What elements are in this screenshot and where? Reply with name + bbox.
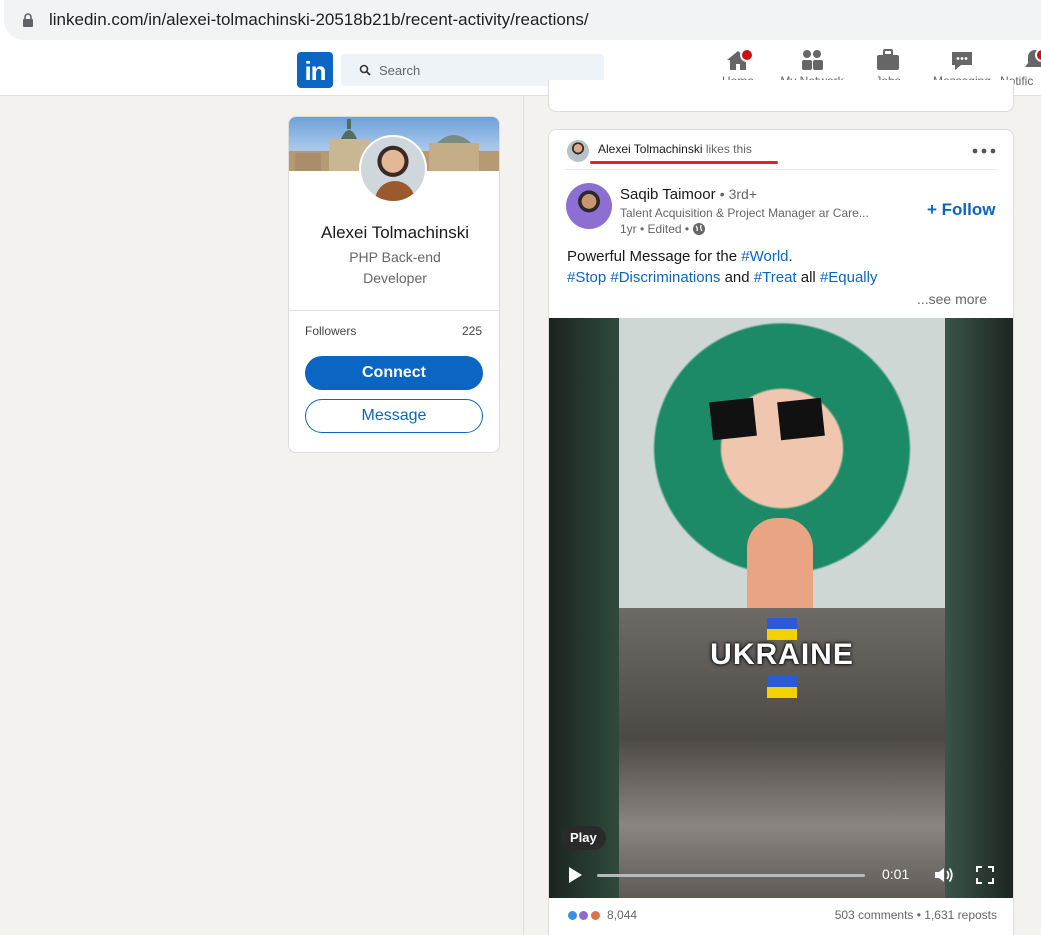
browser-address-bar: linkedin.com/in/alexei-tolmachinski-2051… xyxy=(0,0,1041,42)
video-player[interactable]: UKRAINE Play 0:01 xyxy=(549,318,1013,898)
more-options-icon[interactable] xyxy=(969,140,999,162)
feed-column-border xyxy=(523,96,524,935)
network-icon xyxy=(802,50,823,70)
eye-tape xyxy=(777,397,825,441)
divider xyxy=(289,310,499,311)
lock-icon xyxy=(23,13,33,27)
search-icon xyxy=(359,64,371,76)
post-text: . xyxy=(788,248,793,265)
video-overlay-text: UKRAINE xyxy=(710,638,854,671)
like-reaction-icon xyxy=(567,910,578,921)
eye-tape xyxy=(709,397,757,441)
see-more-link[interactable]: ...see more xyxy=(917,291,987,307)
ukraine-flag xyxy=(767,618,797,640)
profile-avatar[interactable] xyxy=(359,135,427,203)
hashtag-link[interactable]: #Equally xyxy=(820,269,878,286)
hashtag-link[interactable]: #Treat xyxy=(754,269,797,286)
feed-post: Alexei Tolmachinski likes this Saqib Tai… xyxy=(548,129,1014,935)
url-text[interactable]: linkedin.com/in/alexei-tolmachinski-2051… xyxy=(49,10,589,30)
connection-degree: • 3rd+ xyxy=(719,186,757,202)
notification-dot xyxy=(740,48,754,62)
hashtag-link[interactable]: #World xyxy=(741,248,788,265)
author-name-line: Saqib Taimoor • 3rd+ xyxy=(620,186,757,203)
post-text-line-2: #Stop #Discriminations and #Treat all #E… xyxy=(567,269,877,286)
divider xyxy=(565,169,997,170)
video-time: 0:01 xyxy=(882,866,910,882)
profile-card: Alexei Tolmachinski PHP Back-end Develop… xyxy=(288,116,500,453)
hashtag-link[interactable]: #Stop xyxy=(567,269,606,286)
post-text-line-1: Powerful Message for the #World. xyxy=(567,248,793,265)
messaging-icon xyxy=(952,52,972,70)
activity-actor-avatar[interactable] xyxy=(567,140,589,162)
post-text: all xyxy=(796,269,820,286)
activity-header: Alexei Tolmachinski likes this xyxy=(598,142,752,156)
previous-post-card xyxy=(548,80,1014,112)
post-text: Powerful Message for the xyxy=(567,248,742,265)
red-underline-annotation xyxy=(590,161,778,164)
stats-separator: • xyxy=(913,908,925,922)
activity-actor-name[interactable]: Alexei Tolmachinski xyxy=(598,142,703,156)
fullscreen-icon[interactable] xyxy=(975,865,995,885)
volume-icon[interactable] xyxy=(933,865,955,885)
post-meta: 1yr • Edited • xyxy=(620,222,706,236)
linkedin-logo[interactable]: in xyxy=(297,52,333,88)
search-input[interactable] xyxy=(379,60,589,80)
globe-icon xyxy=(693,223,706,235)
support-reaction-icon xyxy=(578,910,590,921)
comments-count[interactable]: 503 comments xyxy=(835,908,914,922)
video-seek-bar[interactable] xyxy=(597,874,865,877)
address-pill[interactable]: linkedin.com/in/alexei-tolmachinski-2051… xyxy=(4,0,1041,40)
briefcase-icon xyxy=(877,49,899,70)
activity-verb: likes this xyxy=(705,142,752,156)
video-blur-left xyxy=(549,318,619,898)
author-avatar[interactable] xyxy=(566,183,612,229)
praying-hands xyxy=(747,518,813,608)
video-frame-face xyxy=(619,318,945,608)
author-title: Talent Acquisition & Project Manager ar … xyxy=(620,206,869,220)
author-name[interactable]: Saqib Taimoor xyxy=(620,186,716,203)
hashtag-link[interactable]: #Discriminations xyxy=(610,269,720,286)
profile-headline: PHP Back-end Developer xyxy=(349,249,441,286)
reactions-summary[interactable]: 8,044 xyxy=(567,908,637,922)
play-icon[interactable] xyxy=(566,866,584,884)
post-stats: 503 comments • 1,631 reposts xyxy=(835,908,997,922)
followers-count: 225 xyxy=(461,324,482,338)
post-time: 1yr • Edited • xyxy=(620,222,690,236)
message-button[interactable]: Message xyxy=(305,399,483,433)
post-text: and xyxy=(720,269,754,286)
video-blur-right xyxy=(945,318,1013,898)
follow-button[interactable]: + Follow xyxy=(927,200,995,220)
connect-button[interactable]: Connect xyxy=(305,356,483,390)
profile-name[interactable]: Alexei Tolmachinski xyxy=(289,223,499,243)
reposts-count[interactable]: 1,631 reposts xyxy=(924,908,997,922)
followers-label: Followers xyxy=(305,324,357,338)
love-reaction-icon xyxy=(589,910,601,921)
play-tooltip: Play xyxy=(561,826,606,850)
reactions-count: 8,044 xyxy=(607,908,638,922)
ukraine-flag xyxy=(767,676,797,698)
